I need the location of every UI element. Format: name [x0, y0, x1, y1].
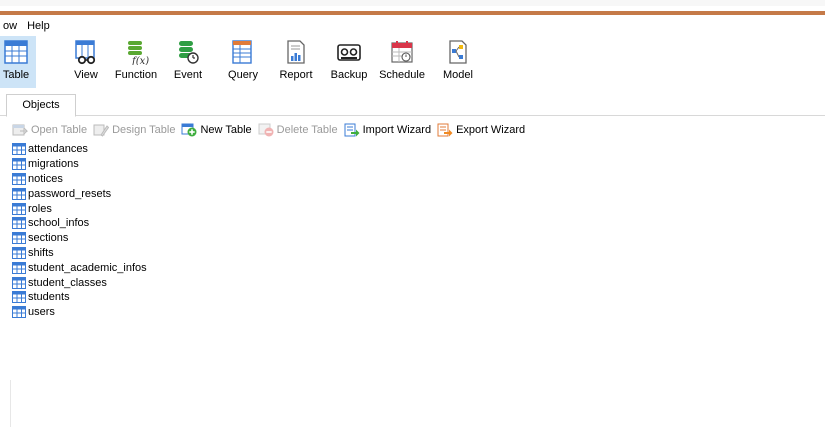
- table-icon: [12, 246, 26, 259]
- design-table-label: Design Table: [112, 124, 176, 136]
- table-icon: [12, 172, 26, 185]
- delete-table-button[interactable]: Delete Table: [258, 123, 338, 137]
- backup-icon: [337, 44, 361, 61]
- new-table-icon: [181, 123, 197, 137]
- ribbon-query-label: Query: [228, 69, 258, 81]
- window-top-accent: [0, 0, 825, 15]
- table-icon: [12, 261, 26, 274]
- ribbon-schedule-label: Schedule: [379, 69, 425, 81]
- table-icon: [12, 306, 26, 319]
- ribbon-function-label: Function: [114, 69, 158, 81]
- list-item[interactable]: migrations: [12, 157, 147, 172]
- import-wizard-label: Import Wizard: [362, 124, 432, 136]
- table-icon: [12, 158, 26, 171]
- ribbon-schedule-button[interactable]: Schedule: [379, 36, 425, 88]
- menu-bar: ow Help: [0, 17, 55, 35]
- table-icon: [4, 40, 28, 64]
- table-name: school_infos: [28, 217, 90, 230]
- open-table-label: Open Table: [31, 124, 88, 136]
- table-icon: [12, 187, 26, 200]
- design-table-button[interactable]: Design Table: [93, 123, 175, 137]
- menu-help[interactable]: Help: [22, 17, 55, 35]
- delete-table-label: Delete Table: [276, 124, 338, 136]
- ribbon-event-button[interactable]: Event: [168, 36, 208, 88]
- event-icon: [179, 41, 199, 64]
- table-name: notices: [28, 172, 63, 185]
- list-item[interactable]: student_classes: [12, 275, 147, 290]
- model-icon: [449, 40, 467, 64]
- list-item[interactable]: notices: [12, 172, 147, 187]
- open-table-icon: [12, 124, 28, 136]
- table-name: student_classes: [28, 276, 107, 289]
- schedule-icon: [391, 41, 413, 63]
- table-name: password_resets: [28, 187, 112, 200]
- delete-table-icon: [258, 123, 274, 137]
- table-icon: [12, 232, 26, 245]
- export-wizard-label: Export Wizard: [456, 124, 526, 136]
- open-table-button[interactable]: Open Table: [12, 123, 87, 137]
- report-icon: [287, 40, 305, 64]
- ribbon-report-button[interactable]: Report: [276, 36, 316, 88]
- table-name: users: [28, 306, 55, 319]
- list-item[interactable]: student_academic_infos: [12, 260, 147, 275]
- table-name: shifts: [28, 246, 54, 259]
- ribbon-report-label: Report: [279, 69, 313, 81]
- table-name: student_academic_infos: [28, 261, 147, 274]
- ribbon-event-label: Event: [173, 69, 203, 81]
- ribbon-toolbar: Table View f(x) Function Event Query Rep…: [0, 36, 825, 92]
- new-table-label: New Table: [200, 124, 252, 136]
- table-icon: [12, 202, 26, 215]
- import-wizard-button[interactable]: Import Wizard: [344, 123, 431, 137]
- table-icon: [12, 291, 26, 304]
- table-name: students: [28, 291, 70, 304]
- export-wizard-icon: [437, 123, 453, 137]
- ribbon-view-button[interactable]: View: [66, 36, 106, 88]
- list-item[interactable]: attendances: [12, 142, 147, 157]
- table-name: attendances: [28, 143, 88, 156]
- table-icon: [12, 217, 26, 230]
- ribbon-view-label: View: [74, 69, 98, 81]
- ribbon-backup-label: Backup: [330, 69, 368, 81]
- ribbon-table-label: Table: [2, 69, 30, 81]
- ribbon-table-button[interactable]: Table: [0, 36, 36, 88]
- ribbon-backup-button[interactable]: Backup: [329, 36, 369, 88]
- table-icon: [12, 143, 26, 156]
- import-wizard-icon: [344, 123, 360, 137]
- view-icon: [75, 40, 96, 65]
- list-item[interactable]: roles: [12, 201, 147, 216]
- table-name: sections: [28, 232, 69, 245]
- list-item[interactable]: sections: [12, 231, 147, 246]
- list-item[interactable]: students: [12, 290, 147, 305]
- ribbon-model-label: Model: [443, 69, 473, 81]
- list-item[interactable]: school_infos: [12, 216, 147, 231]
- table-name: migrations: [28, 158, 79, 171]
- ribbon-query-button[interactable]: Query: [223, 36, 263, 88]
- list-item[interactable]: password_resets: [12, 186, 147, 201]
- export-wizard-button[interactable]: Export Wizard: [437, 123, 525, 137]
- list-item[interactable]: shifts: [12, 246, 147, 261]
- object-tab-strip: Objects: [0, 93, 825, 117]
- function-icon: f(x): [128, 41, 149, 65]
- menu-window[interactable]: ow: [0, 17, 22, 35]
- ribbon-function-button[interactable]: f(x) Function: [114, 36, 158, 88]
- new-table-button[interactable]: New Table: [181, 123, 252, 137]
- table-icon: [12, 276, 26, 289]
- table-name: roles: [28, 202, 52, 215]
- svg-text:f(x): f(x): [131, 56, 149, 65]
- design-table-icon: [93, 124, 110, 137]
- left-pane-divider: [0, 380, 11, 427]
- list-item[interactable]: users: [12, 305, 147, 320]
- object-toolbar: Open Table Design Table New Table Delete…: [12, 122, 531, 138]
- tab-objects[interactable]: Objects: [6, 94, 76, 117]
- table-list: attendances migrations notices password_…: [12, 142, 147, 320]
- query-icon: [232, 40, 252, 64]
- ribbon-model-button[interactable]: Model: [438, 36, 478, 88]
